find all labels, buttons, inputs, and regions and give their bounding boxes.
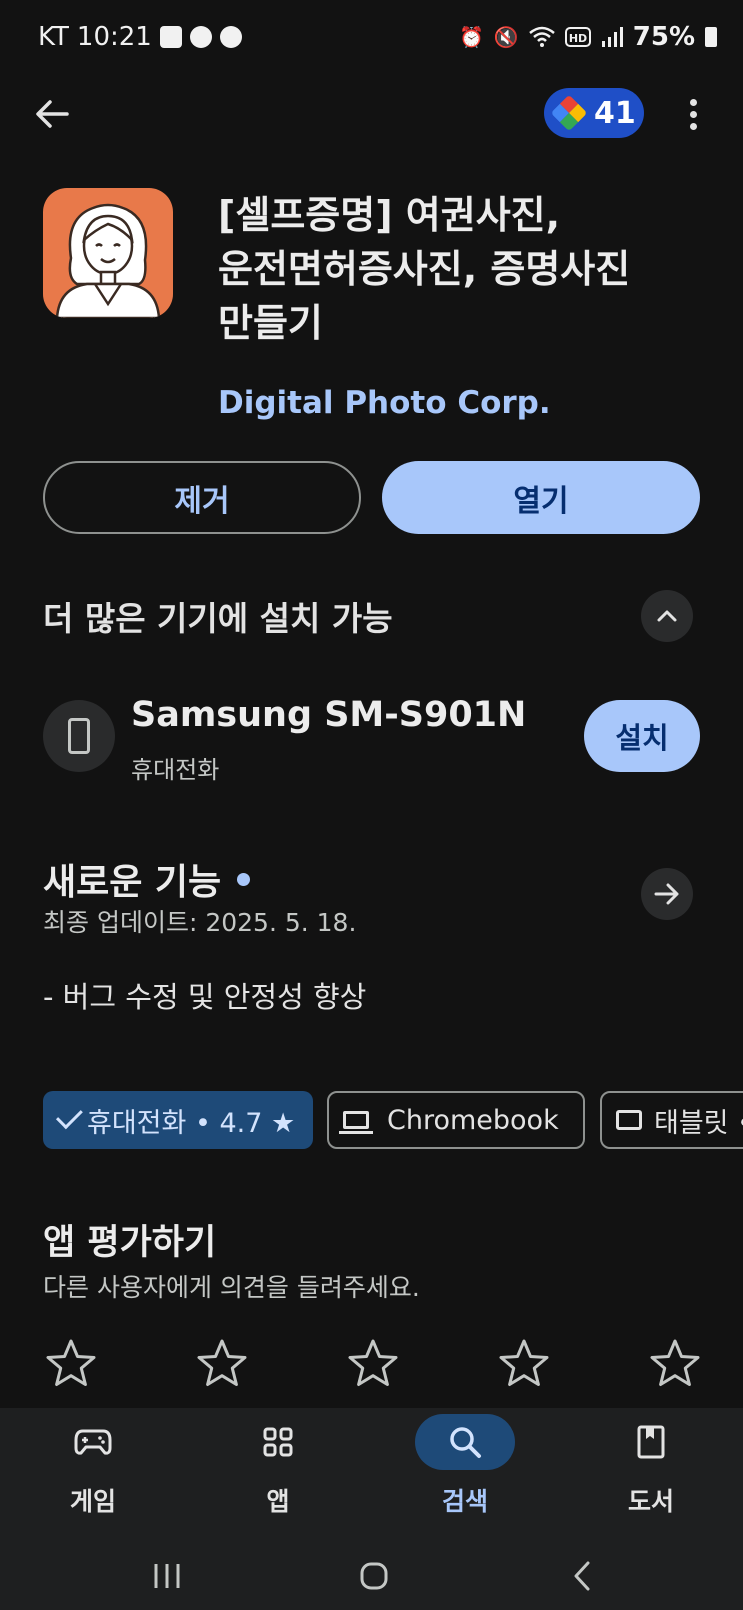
home-button[interactable] [358,1558,390,1594]
chat-notification-icon [189,26,212,48]
more-devices-heading: 더 많은 기기에 설치 가능 [43,599,393,638]
more-options-button[interactable] [680,92,706,136]
book-icon [637,1425,665,1459]
back-arrow-icon [36,100,69,128]
chip-label: Chromebook [387,1104,559,1136]
whats-new-arrow-button[interactable] [641,868,693,920]
whats-new-heading[interactable]: 새로운 기능 [43,853,251,905]
star-3-icon[interactable] [345,1336,401,1392]
nav-label: 검색 [441,1487,488,1516]
recents-icon [154,1564,180,1588]
bottom-navigation: 게임 앱 검색 도서 [0,1408,743,1540]
chip-chromebook[interactable]: Chromebook [327,1091,585,1149]
check-icon [55,1102,83,1130]
whats-new-title: 새로운 기능 [43,862,222,903]
alarm-icon: ⏰ [458,25,484,49]
hd-voice-icon: HD [564,27,591,47]
nav-label: 도서 [627,1487,674,1516]
collapse-devices-button[interactable] [641,590,693,642]
play-points-icon [550,94,588,132]
recents-button[interactable] [152,1558,182,1594]
nav-search[interactable]: 검색 [395,1408,535,1540]
signal-icon [601,27,623,47]
app-icon [43,188,173,318]
carrier-label: KT [38,22,69,52]
nav-label: 게임 [69,1487,116,1516]
rate-app-heading: 앱 평가하기 [43,1223,217,1263]
wifi-icon [528,26,555,47]
play-points-chip[interactable]: 41 [544,88,644,138]
nav-games[interactable]: 게임 [23,1408,163,1540]
status-bar: KT 10:21 ⏰ 🔇 HD 75% [0,0,743,80]
mute-icon: 🔇 [493,25,519,49]
do-not-disturb-icon [219,26,242,48]
developer-link[interactable]: Digital Photo Corp. [218,385,551,421]
nav-label: 앱 [266,1487,290,1516]
chip-tablet[interactable]: 태블릿 • [600,1091,743,1149]
app-title-line: 운전면허증사진, 증명사진 [218,247,631,291]
chip-phone[interactable]: 휴대전화 • 4.7 ★ [43,1091,313,1149]
apps-grid-icon [263,1427,293,1457]
device-type: 휴대전화 [131,756,220,784]
play-points-count: 41 [594,95,636,131]
rate-app-subtitle: 다른 사용자에게 의견을 들려주세요. [43,1273,420,1302]
system-navigation-bar [0,1540,743,1610]
status-left: KT 10:21 [38,22,242,52]
nav-books[interactable]: 도서 [581,1408,721,1540]
gallery-notification-icon [159,26,182,48]
device-filter-chips: 휴대전화 • 4.7 ★ Chromebook 태블릿 • [0,1091,743,1151]
back-button[interactable] [30,92,74,136]
battery-percent: 75% [632,22,695,52]
install-on-device-button[interactable]: 설치 [584,700,700,772]
star-5-icon[interactable] [647,1336,703,1392]
clock: 10:21 [76,22,152,52]
laptop-icon [339,1111,373,1134]
device-avatar [43,700,115,772]
nav-apps[interactable]: 앱 [208,1408,348,1540]
last-updated-date: 최종 업데이트: 2025. 5. 18. [43,908,357,937]
home-icon [360,1562,388,1590]
star-1-icon[interactable] [43,1336,99,1392]
chip-label: 태블릿 • [654,1107,743,1139]
app-title-line: [셀프증명] 여권사진, [218,193,561,237]
star-4-icon[interactable] [496,1336,552,1392]
status-right: ⏰ 🔇 HD 75% [459,22,717,52]
more-vert-icon [689,98,697,106]
tablet-icon [616,1110,642,1130]
search-icon [450,1427,481,1458]
smartphone-icon [68,718,90,754]
uninstall-button[interactable]: 제거 [43,461,361,534]
arrow-right-icon [654,883,679,905]
rating-stars [43,1336,703,1392]
new-indicator-dot [237,872,251,886]
svg-text:HD: HD [569,32,587,45]
app-title: [셀프증명] 여권사진, 운전면허증사진, 증명사진 만들기 [218,188,728,350]
star-2-icon[interactable] [194,1336,250,1392]
chevron-up-icon [657,610,677,622]
app-title-line: 만들기 [218,301,323,345]
device-name: Samsung SM-S901N [131,695,527,735]
battery-icon [705,27,717,47]
chevron-left-icon [574,1561,590,1591]
system-back-button[interactable] [570,1558,594,1594]
open-button[interactable]: 열기 [382,461,700,534]
gamepad-icon [74,1429,112,1455]
release-notes: - 버그 수정 및 안정성 향상 [43,980,367,1014]
chip-label: 휴대전화 • 4.7 ★ [87,1107,296,1139]
